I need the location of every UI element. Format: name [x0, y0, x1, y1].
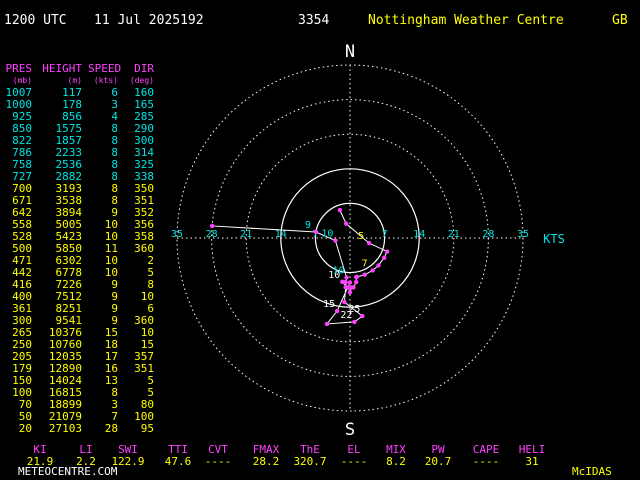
hodograph-point: [313, 229, 319, 235]
hodograph-point-label: 10: [333, 265, 345, 276]
hodograph-point: [324, 321, 330, 327]
hodograph-point: [342, 299, 347, 305]
hodograph-ring: [176, 64, 524, 412]
hodograph-point: [353, 274, 359, 280]
hodograph-point: [360, 313, 365, 319]
hodograph-point-label: 22: [340, 310, 352, 321]
hodograph-point: [384, 249, 390, 254]
hodograph-point-label: 9: [305, 220, 311, 231]
compass-north: N: [345, 42, 355, 62]
east-tick-label: 21: [448, 229, 460, 240]
hodograph-point-label: 15: [323, 299, 335, 310]
hodograph-point-label: 5: [358, 231, 364, 242]
hodograph-point: [347, 280, 353, 285]
index-value: 20.7: [424, 455, 452, 468]
footer-site: METEOCENTRE.COM: [18, 465, 118, 478]
hodograph-point: [343, 285, 348, 290]
speed-unit-label: KTS: [543, 232, 565, 246]
west-tick-label: 21: [240, 229, 252, 240]
hodograph-point: [353, 279, 359, 285]
hodograph-point-label: 7: [362, 258, 368, 269]
index-value: 31: [525, 455, 539, 468]
hodograph-point: [347, 290, 353, 295]
index-value: 28.2: [252, 455, 280, 468]
compass-south: S: [345, 420, 355, 440]
hodograph-point: [343, 280, 348, 285]
west-tick-label: 28: [206, 229, 218, 240]
index-value: ----: [472, 455, 500, 468]
east-tick-label: 28: [482, 229, 494, 240]
index-value: ----: [204, 455, 232, 468]
hodograph-point: [344, 275, 349, 280]
hodograph-point-label: 10: [321, 229, 333, 240]
east-tick-label: 35: [517, 229, 529, 240]
index-value: 320.7: [293, 455, 327, 468]
hodograph-point: [382, 255, 387, 260]
footer-mcidas: McIDAS: [572, 465, 612, 478]
hodograph-point: [370, 268, 375, 273]
hodograph-point: [333, 238, 338, 243]
hodograph: NSKTS35 28 21 14 7 7 14 21 28 35571015 252210109: [171, 42, 565, 440]
hodograph-point: [209, 223, 215, 229]
west-tick-label: 35: [171, 229, 183, 240]
hodograph-point: [343, 221, 349, 226]
hodograph-point: [337, 207, 343, 213]
hodograph-point: [352, 319, 357, 325]
east-tick-label: 14: [413, 229, 425, 240]
hodograph-point: [376, 263, 381, 268]
east-tick-label: 7: [382, 229, 388, 240]
hodograph-point: [366, 240, 372, 246]
hodograph-point: [362, 272, 368, 277]
hodograph-point: [334, 308, 340, 314]
